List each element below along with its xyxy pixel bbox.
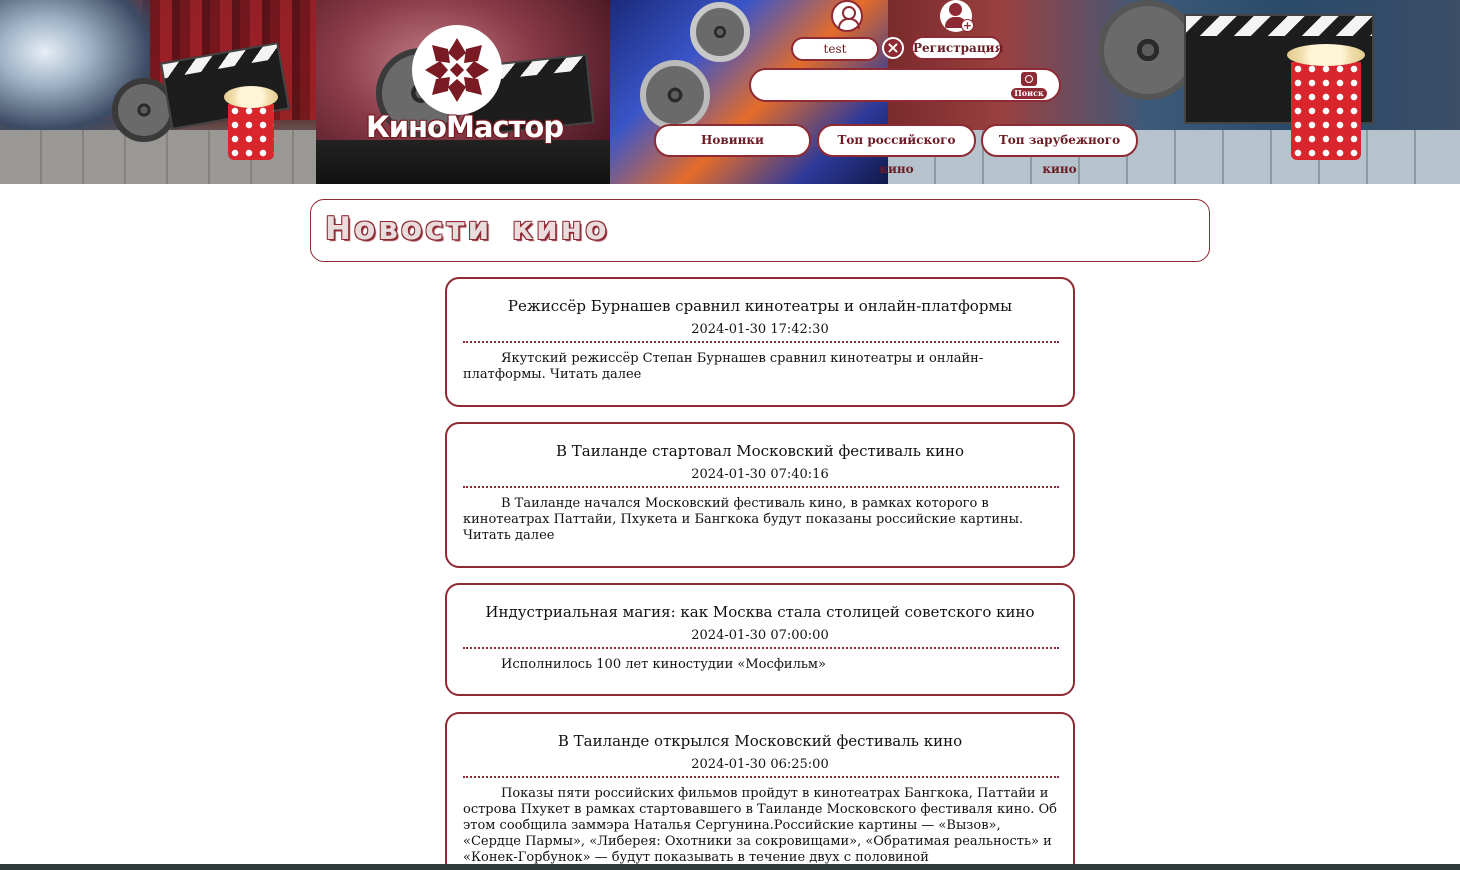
news-divider (463, 486, 1059, 488)
horizontal-scrollbar[interactable] (0, 864, 1460, 870)
news-card: В Таиланде открылся Московский фестиваль… (445, 712, 1075, 870)
news-divider (463, 776, 1059, 778)
search-button-label: Поиск (1011, 88, 1047, 99)
news-divider (463, 647, 1059, 649)
floor-decoration (316, 140, 610, 184)
nav-top-russian[interactable]: Топ российского кино (817, 124, 976, 176)
popcorn-icon (1287, 44, 1365, 160)
news-text: Показы пяти российских фильмов пройдут в… (463, 786, 1058, 864)
news-text: Исполнилось 100 лет киностудии «Мосфильм… (501, 657, 826, 672)
film-reel-icon (690, 2, 750, 62)
logo-ornament-icon (425, 38, 489, 102)
news-text: Якутский режиссёр Степан Бурнашев сравни… (463, 351, 984, 382)
register-link[interactable]: Регистрация (911, 36, 1003, 60)
banner-image-cinema-stage (0, 0, 316, 184)
news-title[interactable]: Режиссёр Бурнашев сравнил кинотеатры и о… (447, 297, 1073, 315)
news-date: 2024-01-30 17:42:30 (691, 322, 829, 337)
search-input[interactable] (761, 76, 1001, 96)
news-card: Режиссёр Бурнашев сравнил кинотеатры и о… (445, 277, 1075, 407)
register-user-icon[interactable]: + (940, 0, 974, 32)
news-card: В Таиланде стартовал Московский фестивал… (445, 422, 1075, 568)
logo-text[interactable]: КиноМастор (366, 110, 564, 144)
news-title[interactable]: В Таиланде открылся Московский фестиваль… (447, 732, 1073, 750)
nav-new-releases[interactable]: Новинки (654, 124, 811, 157)
search-button[interactable]: Поиск (1009, 72, 1049, 100)
page-title-box: Новости кино (310, 199, 1210, 262)
logout-close-icon[interactable]: × (882, 37, 904, 59)
news-text: В Таиланде начался Московский фестиваль … (463, 496, 1024, 543)
popcorn-icon (224, 86, 278, 160)
user-profile-icon[interactable] (831, 0, 863, 32)
news-date: 2024-01-30 07:40:16 (691, 467, 829, 482)
news-card: Индустриальная магия: как Москва стала с… (445, 583, 1075, 696)
logo-emblem[interactable] (412, 25, 502, 115)
news-date: 2024-01-30 07:00:00 (691, 628, 829, 643)
film-reel-icon (1098, 0, 1198, 100)
news-title[interactable]: В Таиланде стартовал Московский фестивал… (447, 442, 1073, 460)
film-reel-icon (640, 60, 710, 130)
header-banner: КиноМастор test × + Регистрация Поиск Но… (0, 0, 1460, 184)
news-date: 2024-01-30 06:25:00 (691, 757, 829, 772)
username-link[interactable]: test (791, 37, 879, 61)
search-icon (1021, 72, 1037, 86)
news-divider (463, 341, 1059, 343)
search-bar: Поиск (749, 68, 1061, 102)
news-title[interactable]: Индустриальная магия: как Москва стала с… (447, 603, 1073, 621)
page-title: Новости кино (325, 211, 610, 247)
nav-top-foreign[interactable]: Топ зарубежного кино (981, 124, 1138, 176)
